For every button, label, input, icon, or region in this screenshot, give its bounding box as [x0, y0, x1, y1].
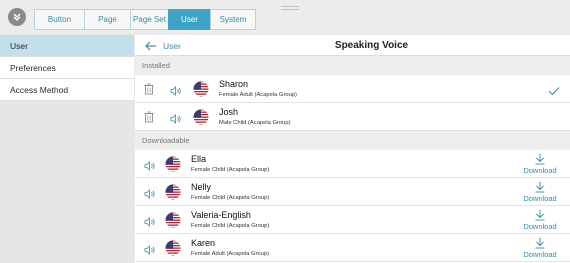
speaker-icon[interactable] [144, 186, 156, 204]
tab-button[interactable]: Button [34, 9, 84, 30]
voice-row-sharon[interactable]: Sharon Female Adult (Acapela Group) [135, 75, 570, 103]
page-header: User Speaking Voice [135, 35, 570, 56]
trash-icon[interactable] [144, 82, 154, 100]
section-downloadable: Downloadable [135, 131, 570, 150]
voice-name: Sharon [219, 79, 249, 89]
download-button[interactable]: Download [520, 153, 560, 175]
us-flag-icon [165, 212, 181, 233]
tab-page[interactable]: Page [84, 9, 130, 30]
settings-tabs: Button Page Page Set User System [34, 9, 256, 30]
voice-name: Josh [219, 107, 239, 117]
sidebar: User Preferences Access Method [0, 35, 134, 263]
voice-row-valeria-english[interactable]: Valeria-English Female Child (Acapela Gr… [135, 206, 570, 234]
download-arrow-icon [535, 181, 545, 193]
download-button[interactable]: Download [520, 181, 560, 203]
download-arrow-icon [535, 209, 545, 221]
voice-description: Male Child (Acapela Group) [219, 120, 291, 126]
voice-name: Valeria-English [191, 210, 251, 220]
speaker-icon[interactable] [144, 158, 156, 176]
speaker-icon[interactable] [170, 83, 182, 101]
us-flag-icon [165, 240, 181, 261]
voice-row-karen[interactable]: Karen Female Adult (Acapela Group) Downl… [135, 234, 570, 262]
drag-handle[interactable] [281, 6, 299, 12]
download-button[interactable]: Download [520, 237, 560, 259]
us-flag-icon [193, 81, 209, 102]
voice-description: Female Child (Acapela Group) [191, 167, 270, 173]
page-title: Speaking Voice [334, 40, 409, 51]
sidebar-item-user[interactable]: User [0, 35, 134, 57]
voice-description: Female Child (Acapela Group) [191, 223, 270, 229]
voice-description: Female Adult (Acapela Group) [191, 251, 269, 257]
speaker-icon[interactable] [144, 242, 156, 260]
main-panel: User Speaking Voice Installed Sharon Fem… [135, 35, 570, 263]
trash-icon[interactable] [144, 110, 154, 128]
download-button[interactable]: Download [520, 209, 560, 231]
voice-row-nelly[interactable]: Nelly Female Child (Acapela Group) Downl… [135, 178, 570, 206]
download-label: Download [523, 222, 557, 231]
download-arrow-icon [535, 237, 545, 249]
tab-user[interactable]: User [168, 9, 210, 30]
voice-name: Karen [191, 238, 216, 248]
voice-name: Ella [191, 154, 207, 164]
download-label: Download [523, 250, 557, 259]
us-flag-icon [165, 184, 181, 205]
tab-page-set[interactable]: Page Set [130, 9, 168, 30]
download-label: Download [523, 194, 557, 203]
checkmark-icon [548, 83, 560, 101]
us-flag-icon [165, 156, 181, 177]
voice-row-josh[interactable]: Josh Male Child (Acapela Group) [135, 103, 570, 131]
top-toolbar: Button Page Page Set User System [0, 0, 570, 33]
section-installed: Installed [135, 56, 570, 75]
collapse-menu-button[interactable] [8, 8, 26, 26]
sidebar-item-preferences[interactable]: Preferences [0, 57, 134, 79]
chevron-double-down-icon [13, 13, 21, 21]
voice-row-ella[interactable]: Ella Female Child (Acapela Group) Downlo… [135, 150, 570, 178]
sidebar-item-access-method[interactable]: Access Method [0, 79, 134, 101]
download-arrow-icon [535, 153, 545, 165]
voice-name: Nelly [191, 182, 212, 192]
tab-system[interactable]: System [210, 9, 256, 30]
us-flag-icon [193, 109, 209, 130]
speaker-icon[interactable] [170, 111, 182, 129]
voice-description: Female Child (Acapela Group) [191, 195, 270, 201]
download-label: Download [523, 166, 557, 175]
speaker-icon[interactable] [144, 214, 156, 232]
voice-description: Female Adult (Acapela Group) [219, 92, 297, 98]
